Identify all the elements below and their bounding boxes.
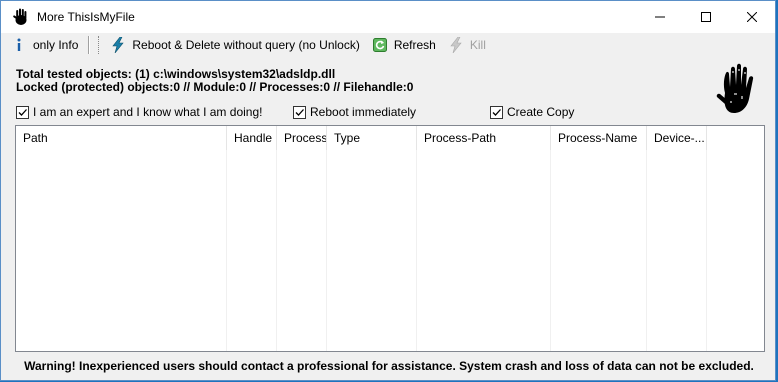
lightning-disabled-icon: [448, 37, 464, 53]
column-divider: [550, 150, 551, 351]
reboot-immediately-checkbox[interactable]: Reboot immediately: [293, 105, 416, 119]
column-header-device[interactable]: Device-...: [647, 126, 707, 150]
refresh-icon: [372, 37, 388, 53]
checkbox-box[interactable]: [16, 105, 29, 119]
maximize-button[interactable]: [683, 1, 729, 33]
close-icon: [747, 12, 757, 22]
column-header-process-name[interactable]: Process-Name: [551, 126, 647, 150]
column-divider: [276, 150, 277, 351]
refresh-label: Refresh: [393, 38, 436, 52]
window-title: More ThisIsMyFile: [37, 10, 135, 24]
window-controls: [637, 1, 775, 33]
column-header-process-path[interactable]: Process-Path: [417, 126, 551, 150]
create-copy-checkbox[interactable]: Create Copy: [490, 105, 574, 119]
column-header-path[interactable]: Path: [16, 126, 227, 150]
toolbar-separator: [88, 36, 91, 54]
hand-logo-icon: [13, 8, 27, 25]
toolbar: only Info Reboot & Delete without query …: [1, 33, 775, 57]
only-info-button[interactable]: only Info: [7, 34, 82, 56]
main-window: More ThisIsMyFile only Info Reboot & Del…: [0, 0, 776, 381]
expert-label: I am an expert and I know what I am doin…: [33, 105, 263, 119]
locked-objects-text: Locked (protected) objects:0 // Module:0…: [16, 80, 414, 94]
close-button[interactable]: [729, 1, 775, 33]
column-header-type[interactable]: Type: [327, 126, 417, 150]
info-icon: [11, 37, 27, 53]
checkmark-icon: [492, 108, 501, 116]
options-row: I am an expert and I know what I am doin…: [16, 105, 756, 119]
maximize-icon: [701, 12, 711, 22]
warning-text: Warning! Inexperienced users should cont…: [24, 359, 754, 373]
toolbar-grip[interactable]: [98, 36, 102, 54]
lightning-icon: [110, 37, 126, 53]
list-header: Path Handle Process Type Process-Path Pr…: [16, 126, 764, 150]
column-divider: [226, 150, 227, 351]
minimize-icon: [655, 16, 665, 18]
column-divider: [706, 150, 707, 351]
column-header-process[interactable]: Process: [277, 126, 327, 150]
checkmark-icon: [18, 108, 27, 116]
column-divider: [326, 150, 327, 351]
create-copy-label: Create Copy: [507, 105, 575, 119]
title-bar[interactable]: More ThisIsMyFile: [1, 1, 775, 33]
column-header-handle[interactable]: Handle: [227, 126, 277, 150]
checkbox-box[interactable]: [490, 105, 503, 119]
status-info: Total tested objects: (1) c:\windows\sys…: [16, 68, 413, 94]
kill-button[interactable]: Kill: [444, 34, 490, 56]
checkmark-icon: [295, 108, 304, 116]
expert-checkbox[interactable]: I am an expert and I know what I am doin…: [16, 105, 262, 119]
refresh-button[interactable]: Refresh: [368, 34, 440, 56]
reboot-delete-button[interactable]: Reboot & Delete without query (no Unlock…: [106, 34, 363, 56]
only-info-label: only Info: [33, 38, 79, 52]
minimize-button[interactable]: [637, 1, 683, 33]
checkbox-box[interactable]: [293, 105, 306, 119]
column-divider: [646, 150, 647, 351]
kill-label: Kill: [469, 38, 486, 52]
reboot-immediately-label: Reboot immediately: [310, 105, 417, 119]
reboot-delete-label: Reboot & Delete without query (no Unlock…: [132, 38, 360, 52]
results-list[interactable]: Path Handle Process Type Process-Path Pr…: [15, 125, 765, 352]
column-divider: [416, 150, 417, 351]
